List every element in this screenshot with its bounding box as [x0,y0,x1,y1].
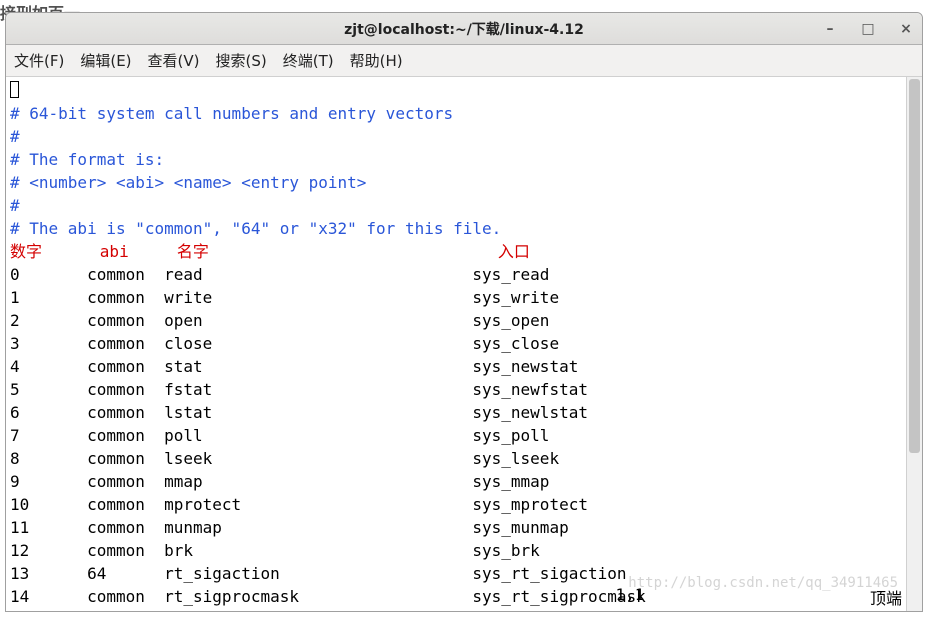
menu-help[interactable]: 帮助(H) [350,50,403,71]
titlebar[interactable]: zjt@localhost:~/下载/linux-4.12 – □ × [6,13,922,45]
close-button[interactable]: × [898,21,914,37]
maximize-button[interactable]: □ [860,21,876,37]
menu-search[interactable]: 搜索(S) [216,50,267,71]
menu-view[interactable]: 查看(V) [148,50,200,71]
menu-file[interactable]: 文件(F) [14,50,64,71]
terminal-content[interactable]: # 64-bit system call numbers and entry v… [6,77,906,611]
minimize-button[interactable]: – [822,21,838,37]
terminal-window: zjt@localhost:~/下载/linux-4.12 – □ × 文件(F… [5,12,923,612]
cursor-position: 1,1 [616,585,645,609]
window-controls: – □ × [822,13,914,44]
menu-terminal[interactable]: 终端(T) [283,50,334,71]
scrollbar-thumb[interactable] [909,79,920,453]
menu-edit[interactable]: 编辑(E) [80,50,131,71]
scroll-indicator: 顶端 [870,585,902,609]
vim-statusline: 1,1 顶端 [10,585,902,609]
window-title: zjt@localhost:~/下载/linux-4.12 [344,19,584,39]
scrollbar[interactable] [906,77,922,611]
menubar: 文件(F) 编辑(E) 查看(V) 搜索(S) 终端(T) 帮助(H) [6,45,922,77]
terminal-wrap: # 64-bit system call numbers and entry v… [6,77,922,611]
